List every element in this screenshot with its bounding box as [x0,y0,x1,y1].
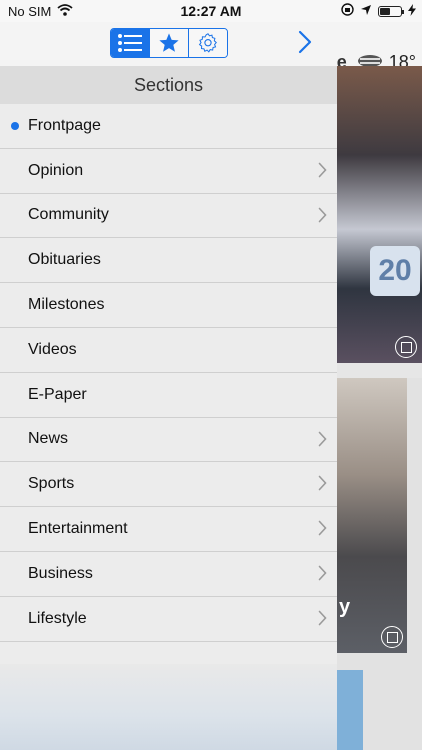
chevron-right-icon [318,431,327,452]
charging-icon [408,3,416,19]
jersey-number: 20 [370,246,420,296]
section-item-business[interactable]: Business [0,552,337,597]
view-segmented-control [110,28,228,58]
list-icon [117,33,143,53]
section-item-obituaries[interactable]: Obituaries [0,238,337,284]
section-item-community[interactable]: Community [0,194,337,239]
chevron-right-icon [318,162,327,183]
favorites-tab-button[interactable] [150,29,189,57]
star-icon [158,32,180,54]
selected-indicator-dot [11,121,19,130]
gear-icon [197,32,219,54]
sections-tab-button[interactable] [111,29,150,57]
section-item-label: Frontpage [28,116,101,134]
section-item-label: Business [28,564,93,582]
sections-drawer: Sections Frontpage Opinion Community Obitua… [0,22,337,750]
section-item-label: Obituaries [28,251,101,269]
chevron-right-icon [318,475,327,496]
photo-caption-tail: y [339,596,351,618]
close-drawer-button[interactable] [292,30,318,58]
chevron-right-icon [318,565,327,586]
chevron-right-icon [318,520,327,541]
battery-icon [378,5,404,17]
section-item-milestones[interactable]: Milestones [0,283,337,328]
chevron-right-icon [298,30,312,59]
section-item-label: Entertainment [28,520,128,538]
gallery-icon [381,626,403,648]
location-icon [360,4,372,19]
article-photo-crowd[interactable]: y [337,378,407,653]
section-item-label: Sports [28,475,75,493]
settings-tab-button[interactable] [189,29,227,57]
section-item-videos[interactable]: Videos [0,328,337,373]
drawer-toolbar [0,22,337,66]
status-bar: No SIM 12:27 AM [0,0,422,22]
chevron-right-icon [318,610,327,631]
sections-header: Sections [0,66,337,104]
section-item-label: News [28,430,69,448]
article-thumbnail[interactable] [337,670,363,750]
section-item-entertainment[interactable]: Entertainment [0,507,337,552]
article-photo-basketball[interactable]: 20 [337,66,422,363]
section-item-label: Videos [28,340,77,358]
gallery-icon [395,336,417,358]
section-item-frontpage[interactable]: Frontpage [0,104,337,149]
section-item-label: E-Paper [28,385,87,403]
section-item-label: Lifestyle [28,609,87,627]
section-item-sports[interactable]: Sports [0,462,337,508]
section-item-label: Opinion [28,161,84,179]
section-item-news[interactable]: News [0,418,337,463]
chevron-right-icon [318,207,327,228]
section-item-label: Community [28,206,109,224]
section-item-label: Milestones [28,296,105,314]
drawer-empty-area [0,664,337,750]
rotation-lock-icon [341,3,354,19]
section-item-opinion[interactable]: Opinion [0,149,337,194]
divider [337,363,422,378]
sections-list: Frontpage Opinion Community Obituaries Miles… [0,104,337,642]
section-item-e-paper[interactable]: E-Paper [0,373,337,418]
section-item-lifestyle[interactable]: Lifestyle [0,597,337,642]
